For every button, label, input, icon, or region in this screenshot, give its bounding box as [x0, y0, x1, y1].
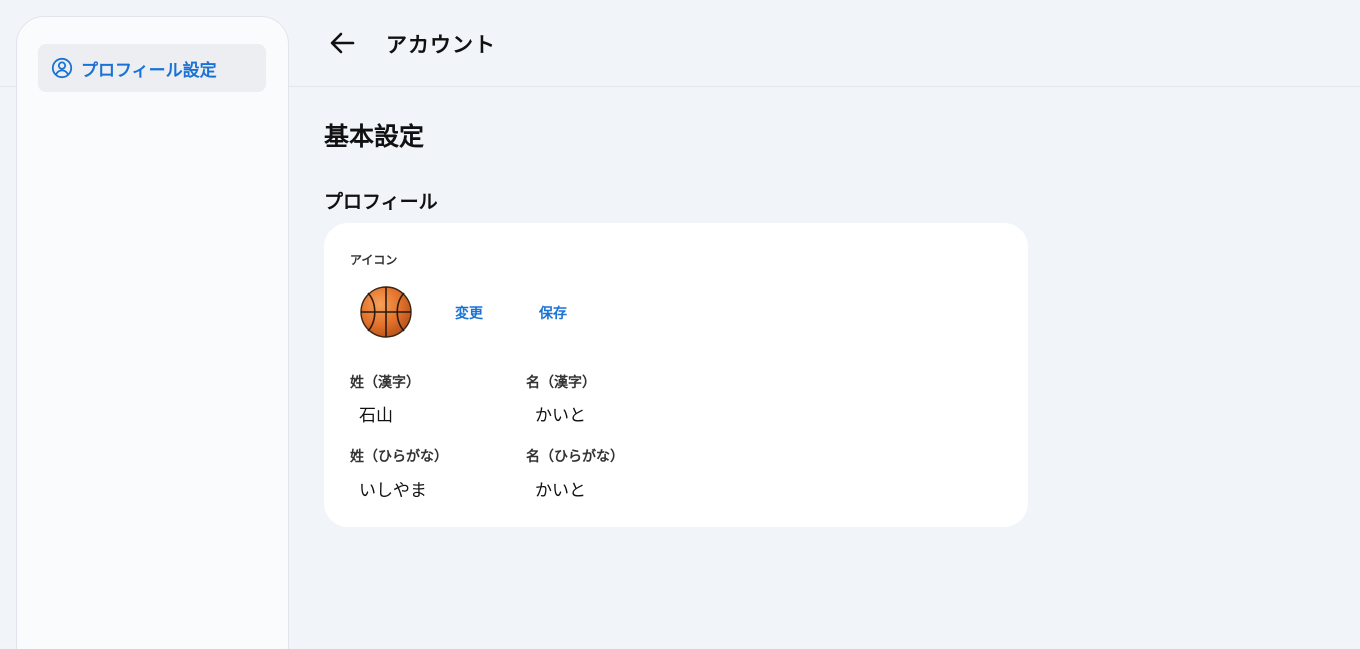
last-name-kana-value: いしやま — [359, 481, 427, 501]
arrow-left-icon — [330, 32, 355, 54]
sidebar-item-label: プロフィール設定 — [81, 60, 217, 81]
save-icon-button[interactable]: 保存 — [539, 303, 567, 323]
icon-caption: アイコン — [350, 253, 398, 267]
first-name-kana-value: かいと — [535, 481, 586, 501]
first-name-kanji-label: 名（漢字） — [526, 375, 596, 391]
last-name-kanji-value: 石山 — [359, 406, 393, 426]
first-name-kana-label: 名（ひらがな） — [526, 449, 624, 465]
first-name-kanji-value: かいと — [535, 406, 586, 426]
profile-card: アイコン 変更 保存 姓（漢字） 石山 名（漢字） かいと 姓（ひらがな） いし… — [324, 223, 1028, 527]
back-button[interactable] — [326, 28, 358, 58]
section-title: 基本設定 — [324, 122, 425, 151]
page-title: アカウント — [386, 33, 496, 57]
avatar — [359, 285, 413, 339]
profile-title: プロフィール — [324, 191, 438, 213]
sidebar: プロフィール設定 — [16, 16, 289, 649]
user-circle-icon — [51, 57, 73, 79]
last-name-kanji-label: 姓（漢字） — [350, 375, 420, 391]
app-root: アカウント プロフィール設定 基本設定 プロフィール アイコン 変更 保存 姓（… — [0, 0, 1360, 649]
change-icon-button[interactable]: 変更 — [455, 303, 483, 323]
last-name-kana-label: 姓（ひらがな） — [350, 449, 448, 465]
sidebar-item-profile-settings[interactable]: プロフィール設定 — [38, 44, 266, 92]
basketball-icon — [360, 286, 412, 338]
